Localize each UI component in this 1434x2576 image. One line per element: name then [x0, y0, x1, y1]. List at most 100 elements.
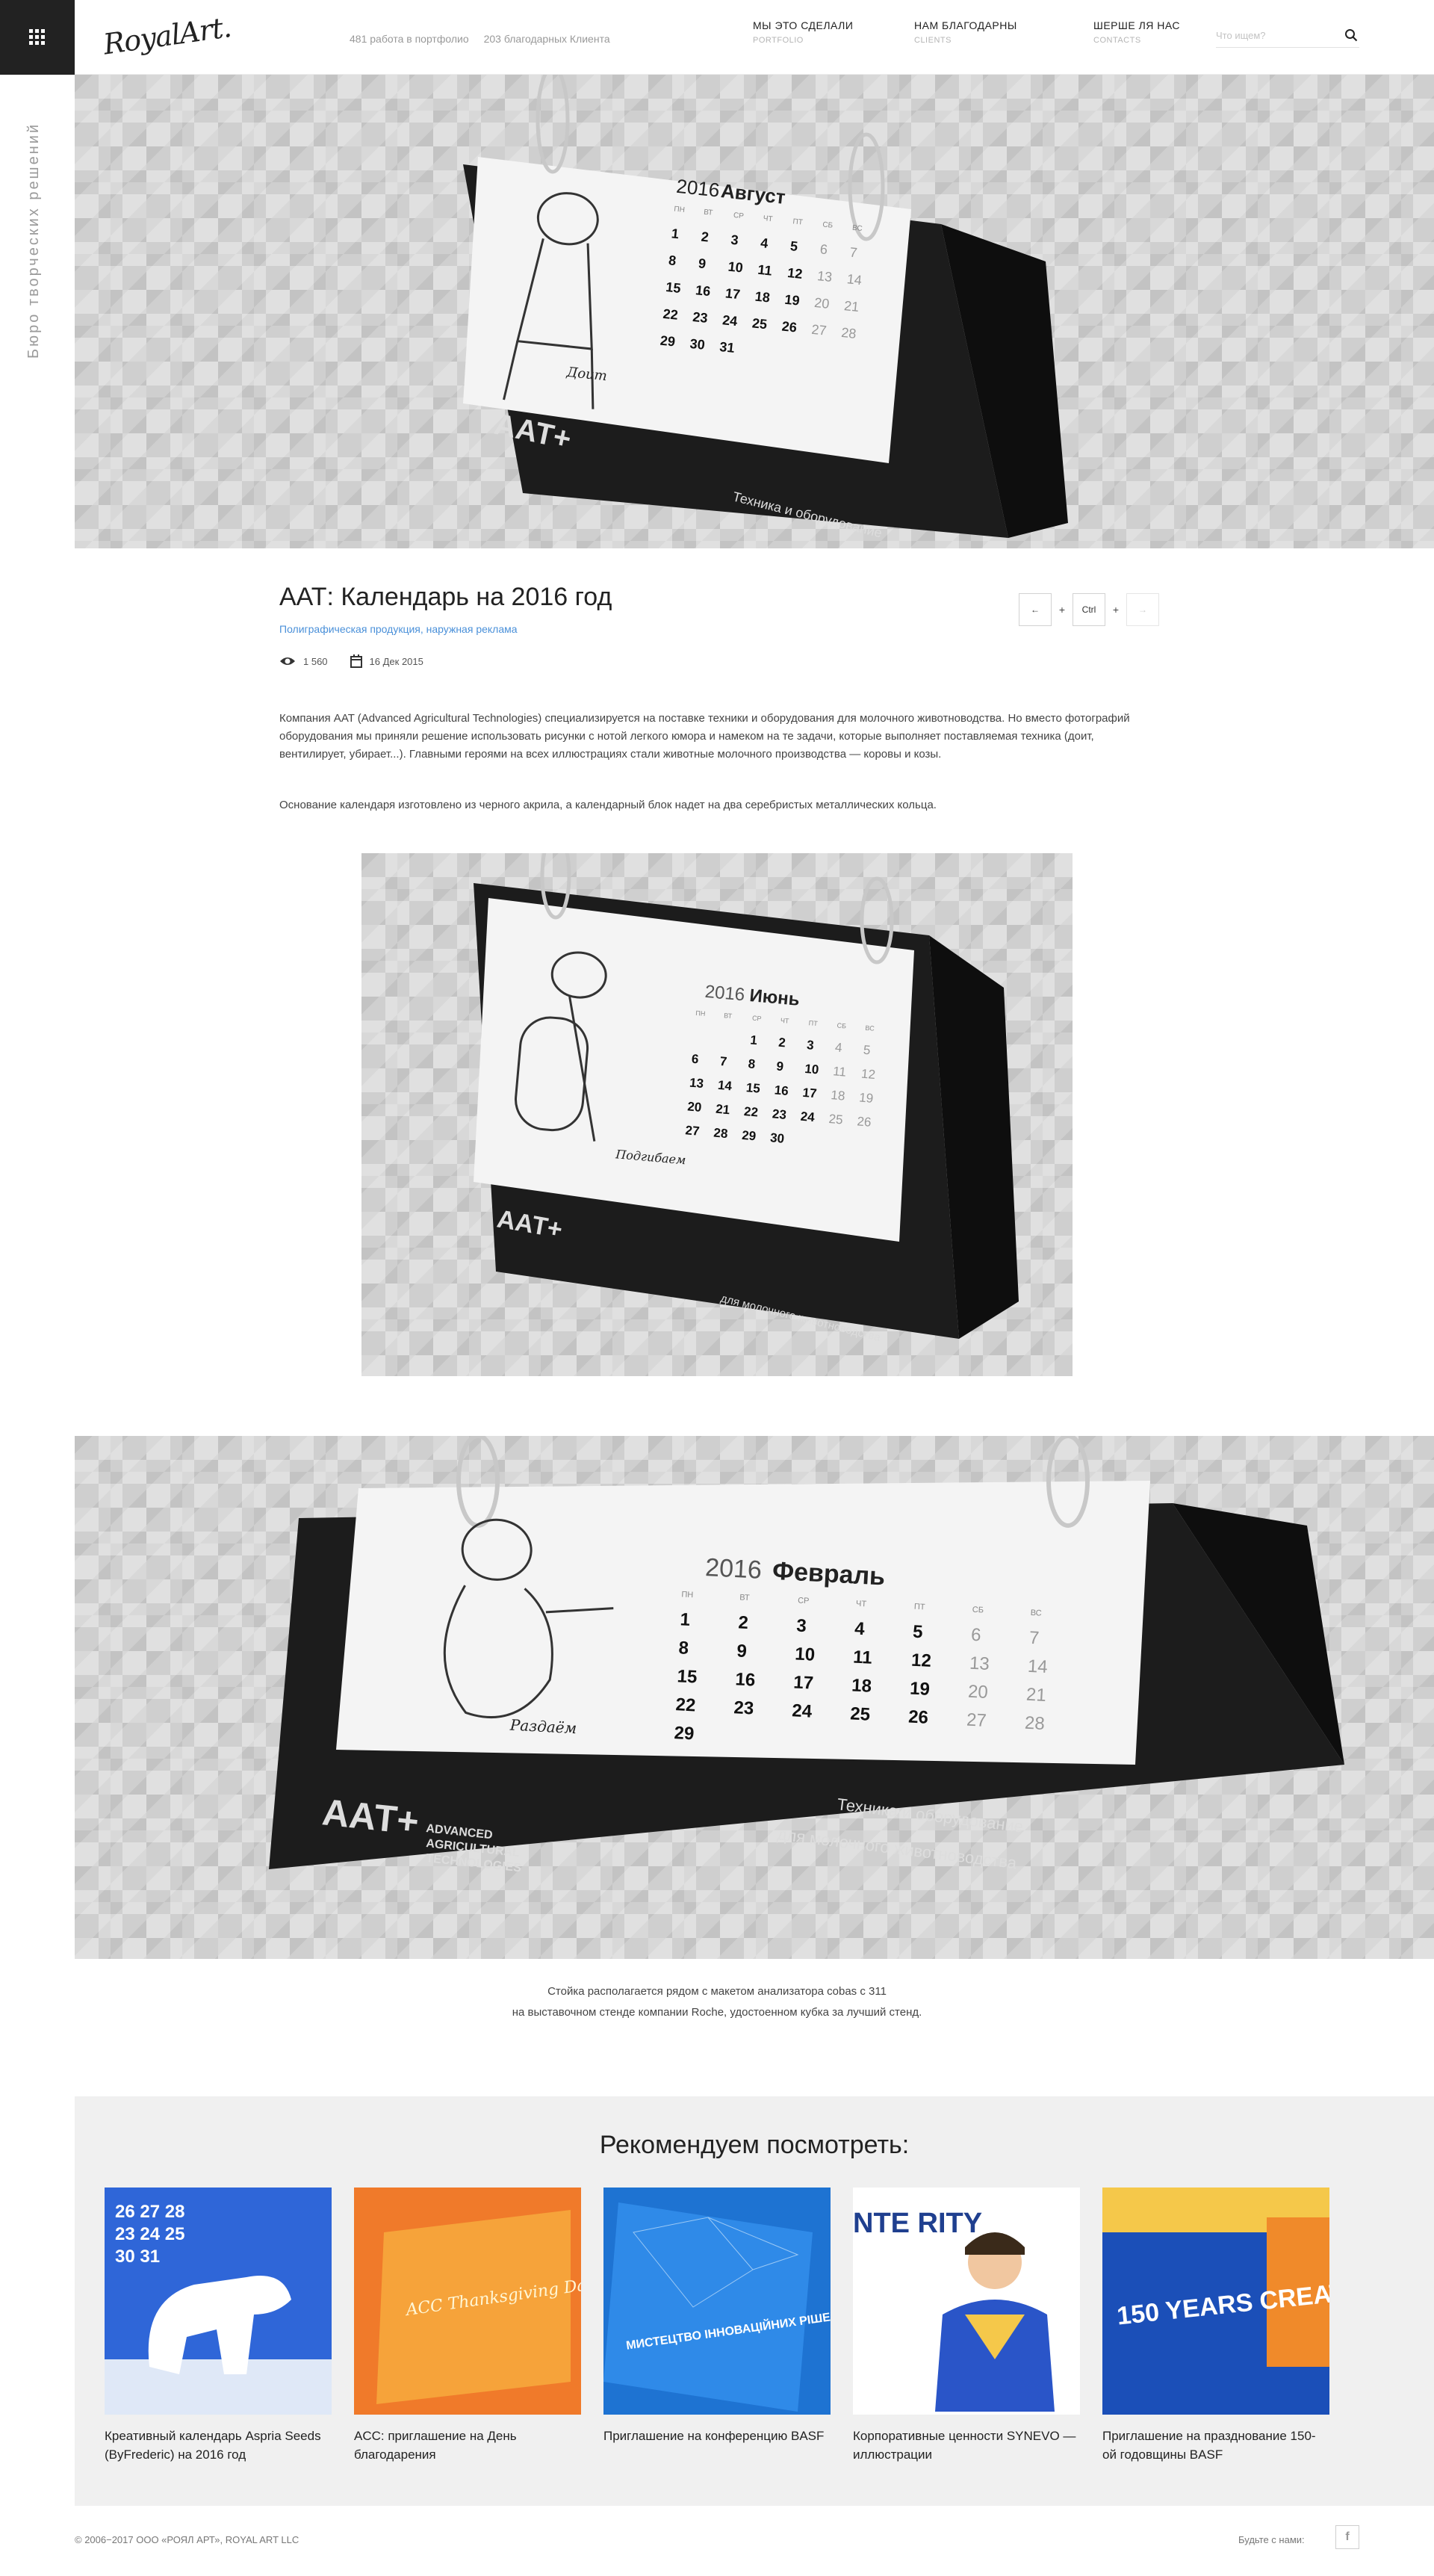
cal-day: 10 — [804, 1062, 820, 1077]
cal-day: 2 — [738, 1612, 749, 1633]
cal-day: 15 — [665, 279, 681, 296]
nav-title: ШЕРШЕ ЛЯ НАС — [1093, 19, 1181, 31]
nav-portfolio[interactable]: МЫ ЭТО СДЕЛАЛИ PORTFOLIO — [753, 19, 853, 45]
nav-contacts[interactable]: ШЕРШЕ ЛЯ НАС CONTACTS — [1093, 19, 1180, 45]
cal-day: 26 — [908, 1706, 929, 1727]
cal-weekday: СР — [798, 1597, 810, 1606]
cal-day: 7 — [1028, 1628, 1040, 1649]
portfolio-count[interactable]: 481 работа в портфолио — [350, 33, 469, 45]
caption-line-2: на выставочном стенде компании Roche, уд… — [512, 2006, 922, 2019]
cal-day: 19 — [784, 292, 801, 309]
recommended-card[interactable]: МИСТЕЦТВО ІННОВАЦІЙНИХ РІШЕНЬ Приглашени… — [603, 2188, 831, 2445]
cal-day: 14 — [1027, 1656, 1048, 1677]
cal-weekday: ВТ — [704, 208, 713, 217]
cal-day: 29 — [659, 333, 676, 350]
cal-day: 29 — [674, 1723, 695, 1744]
cal-day: 10 — [727, 259, 744, 276]
card-title[interactable]: Приглашение на конференцию BASF — [603, 2427, 831, 2445]
card-thumb-text: 26 27 28 23 24 25 30 31 — [115, 2202, 184, 2267]
card-thumbnail[interactable]: 150 YEARS CREATING CHEMISTRY — [1102, 2188, 1329, 2415]
facebook-icon[interactable]: f — [1335, 2525, 1359, 2549]
card-title[interactable]: Креативный календарь Aspria Seeds (ByFre… — [105, 2427, 332, 2464]
cal-day: 17 — [793, 1672, 814, 1693]
card-title[interactable]: Приглашение на празднование 150-ой годов… — [1102, 2427, 1329, 2464]
cal-august-year: 2016 — [675, 175, 721, 202]
recommended-card[interactable]: ACC Thanksgiving Day ACC: приглашение на… — [354, 2188, 581, 2464]
cal-day: 11 — [757, 262, 773, 279]
article-title: ААТ: Календарь на 2016 год — [279, 583, 612, 611]
card-thumbnail[interactable]: ACC Thanksgiving Day — [354, 2188, 581, 2415]
search-input[interactable] — [1216, 25, 1335, 45]
calendar-june-illustration: 2016 Июнь ПН ВТ СР ЧТ ПТ СБ ВС1 2 3 4 56 7 8 9 10 11 121… — [474, 853, 1019, 1344]
calendar-august-illustration: 2016 Август ПН ВТ СР ЧТ ПТ СБ ВС1 2 3 4 5 6 78 9 10 11 1… — [463, 75, 1068, 541]
cal-day: 19 — [859, 1090, 875, 1106]
cal-day: 18 — [851, 1675, 872, 1696]
photo-june: 2016 Июнь ПН ВТ СР ЧТ ПТ СБ ВС 1 2 3 4 5 6 7 8 9 10 11 12 1… — [361, 853, 1073, 1376]
cal-day: 7 — [849, 244, 858, 260]
cal-day: 23 — [733, 1697, 754, 1718]
thanksgiving-card-illustration: ACC Thanksgiving Day — [376, 2210, 581, 2404]
recommended-card[interactable]: NTE RITY Корпоративные ценности SYNEVO —… — [853, 2188, 1080, 2464]
cal-day: 3 — [730, 232, 739, 248]
prev-button[interactable]: ← — [1019, 593, 1052, 626]
cal-day: 30 — [689, 336, 706, 353]
nav-clients[interactable]: НАМ БЛАГОДАРНЫ CLIENTS — [914, 19, 1017, 45]
cal-weekday: СБ — [836, 1021, 846, 1030]
cal-day: 20 — [813, 295, 830, 312]
cal-day: 28 — [713, 1126, 729, 1142]
cal-day: 17 — [724, 285, 741, 302]
clients-count[interactable]: 203 благодарных Клиента — [484, 33, 610, 45]
cal-day: 10 — [795, 1644, 816, 1665]
cal-day: 2 — [778, 1035, 786, 1050]
cal-day: 1 — [680, 1609, 691, 1630]
cal-day: 3 — [796, 1615, 807, 1636]
cal-weekday: СР — [752, 1014, 762, 1022]
cal-day: 26 — [781, 319, 798, 335]
cal-day: 9 — [698, 256, 707, 271]
cal-weekday: СБ — [972, 1606, 984, 1615]
cal-day: 22 — [743, 1104, 759, 1120]
card-thumbnail[interactable]: NTE RITY — [853, 2188, 1080, 2415]
recommended-section: Рекомендуем посмотреть: 26 27 28 23 24 25… — [75, 2096, 1434, 2506]
cal-day: 12 — [910, 1650, 931, 1671]
cal-weekday: СБ — [822, 220, 834, 229]
nav-title: МЫ ЭТО СДЕЛАЛИ — [753, 19, 854, 31]
cal-day: 31 — [719, 339, 736, 356]
menu-button[interactable] — [0, 0, 75, 75]
article-paragraph-1: Компания AAT (Advanced Agricultural Tech… — [279, 712, 1130, 761]
calendar-february-illustration: 2016 Февраль ПН ВТ СР ЧТ ПТ СБ ВС1 2 3 4 5 6 78 9 10 11… — [269, 1436, 1344, 1874]
cal-day: 27 — [811, 322, 828, 338]
article-category-link[interactable]: Полиграфическая продукция, наружная рекл… — [279, 623, 518, 635]
card-thumbnail[interactable]: МИСТЕЦТВО ІННОВАЦІЙНИХ РІШЕНЬ — [603, 2188, 831, 2415]
card-title[interactable]: ACC: приглашение на День благодарения — [354, 2427, 581, 2464]
recommended-card[interactable]: 26 27 28 23 24 25 30 31 Креативный календа… — [105, 2188, 332, 2464]
cal-june-year: 2016 — [704, 982, 746, 1006]
cal-weekday: ПН — [695, 1009, 706, 1018]
card-title[interactable]: Корпоративные ценности SYNEVO — иллюстра… — [853, 2427, 1080, 2464]
cal-day: 24 — [800, 1109, 816, 1125]
recommended-title: Рекомендуем посмотреть: — [599, 2131, 910, 2159]
cal-weekday: ПТ — [792, 217, 803, 226]
ctrl-hint: Ctrl — [1073, 593, 1105, 626]
cal-day: 18 — [754, 289, 771, 306]
recommended-card[interactable]: 150 YEARS CREATING CHEMISTRY Приглашение… — [1102, 2188, 1329, 2464]
cal-day: 6 — [970, 1625, 981, 1646]
cal-weekday: ПТ — [808, 1019, 818, 1027]
nav-subtitle: PORTFOLIO — [753, 36, 804, 45]
cal-day: 15 — [745, 1080, 761, 1096]
cal-day: 13 — [816, 268, 833, 285]
nav-title: НАМ БЛАГОДАРНЫ — [914, 19, 1017, 31]
card-thumbnail[interactable]: 26 27 28 23 24 25 30 31 — [105, 2188, 332, 2415]
nav-subtitle: CLIENTS — [914, 36, 952, 45]
cal-day: 27 — [685, 1123, 701, 1139]
logo[interactable]: RoyalArt. — [100, 7, 233, 69]
cal-weekday: ВС — [1030, 1609, 1042, 1618]
next-button[interactable]: → — [1126, 593, 1159, 626]
cal-day: 29 — [742, 1128, 757, 1144]
cal-day: 13 — [689, 1076, 704, 1092]
plus-sign: + — [1058, 604, 1066, 616]
cal-day: 21 — [843, 298, 860, 315]
search-icon[interactable] — [1344, 28, 1358, 42]
cal-day: 16 — [695, 282, 711, 299]
cal-day: 22 — [675, 1694, 696, 1715]
